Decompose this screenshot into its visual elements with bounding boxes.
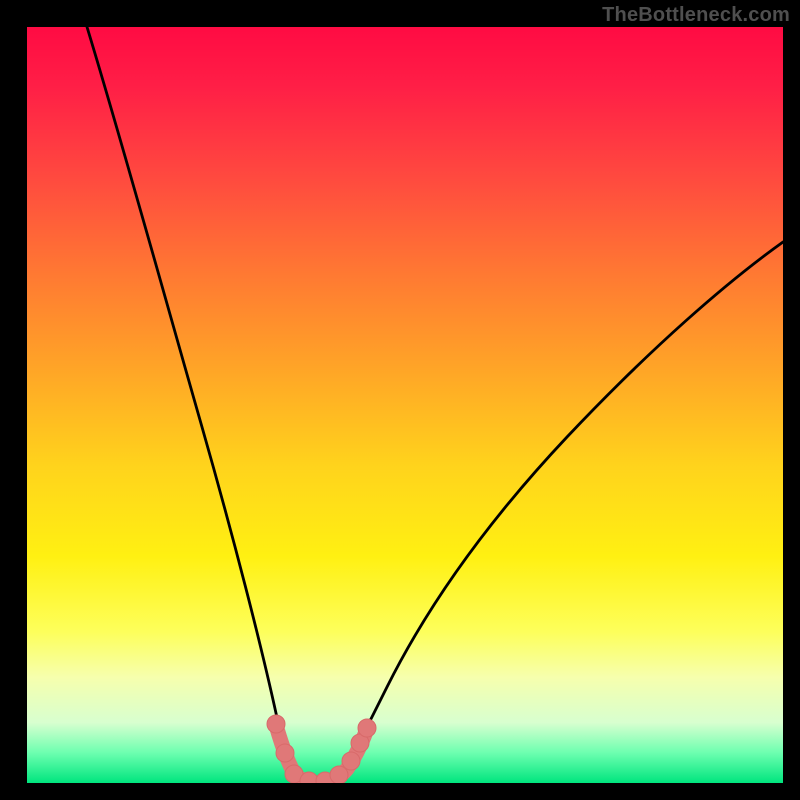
right-curve bbox=[337, 242, 783, 781]
left-curve bbox=[87, 27, 299, 781]
plot-area bbox=[27, 27, 783, 783]
watermark-text: TheBottleneck.com bbox=[602, 4, 790, 27]
outer-frame: TheBottleneck.com bbox=[0, 0, 800, 800]
trough-points bbox=[267, 715, 376, 783]
chart-svg bbox=[27, 27, 783, 783]
